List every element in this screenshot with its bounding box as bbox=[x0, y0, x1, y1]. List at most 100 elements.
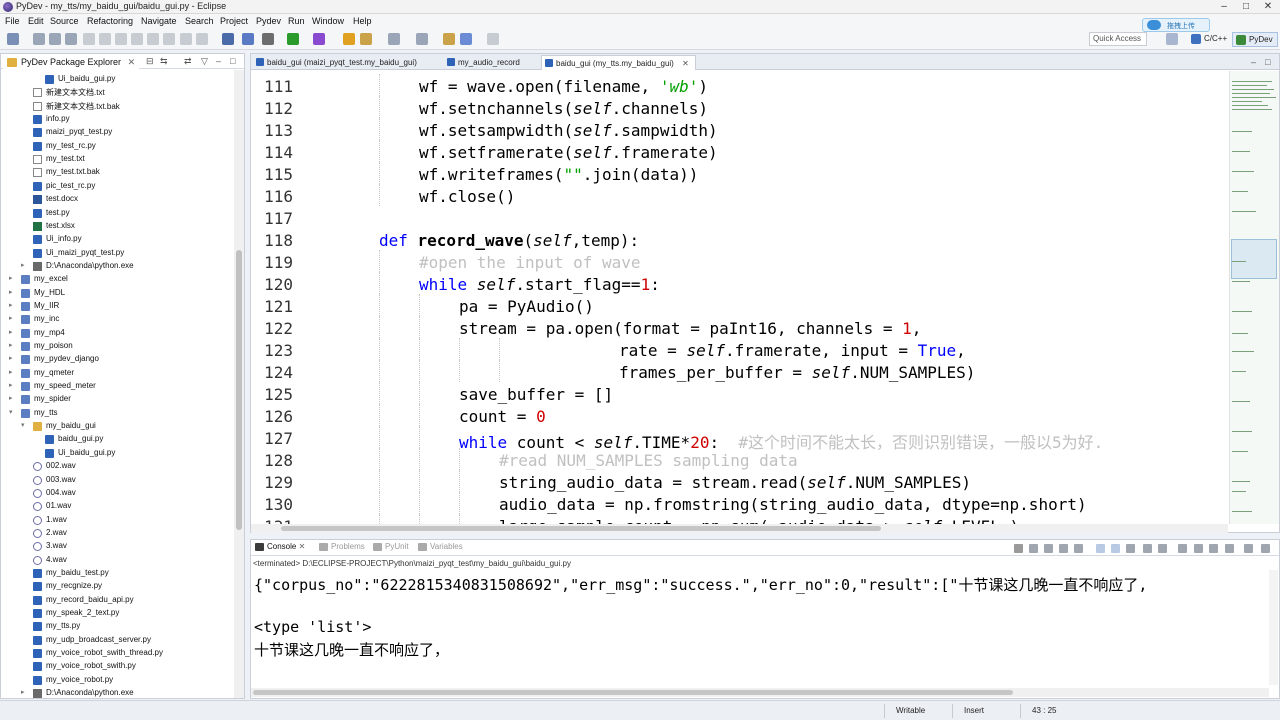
toggle-icon[interactable] bbox=[99, 33, 111, 45]
toggle-icon[interactable] bbox=[131, 33, 143, 45]
scroll-lock-icon[interactable] bbox=[1074, 544, 1083, 553]
minimize-icon[interactable]: – bbox=[1216, 1, 1232, 12]
show-on-output-icon[interactable] bbox=[1126, 544, 1135, 553]
print-icon[interactable] bbox=[65, 33, 77, 45]
next-annotation-icon[interactable] bbox=[388, 33, 400, 45]
console-menu-icon[interactable] bbox=[1194, 544, 1203, 553]
perspective-pydev-button[interactable]: PyDev bbox=[1232, 32, 1278, 47]
maximize-view-icon[interactable] bbox=[1244, 544, 1253, 553]
tree-scrollbar-thumb[interactable] bbox=[236, 250, 242, 530]
clear-console-icon[interactable] bbox=[1059, 544, 1068, 553]
toggle-icon[interactable] bbox=[180, 33, 192, 45]
back-icon[interactable] bbox=[460, 33, 472, 45]
maximize-view-icon[interactable]: □ bbox=[1265, 57, 1270, 67]
console-scroll-thumb[interactable] bbox=[253, 690, 1013, 695]
stop-icon[interactable] bbox=[1014, 544, 1023, 553]
collapsed-arrow-icon[interactable]: ▸ bbox=[9, 301, 18, 309]
forward-icon[interactable] bbox=[487, 33, 499, 45]
quick-access-input[interactable]: Quick Access bbox=[1089, 32, 1147, 46]
menu-search[interactable]: Search bbox=[185, 16, 214, 26]
menu-project[interactable]: Project bbox=[220, 16, 248, 26]
minimize-view-icon[interactable]: – bbox=[1251, 57, 1256, 67]
menu-file[interactable]: File bbox=[5, 16, 20, 26]
toggle-icon[interactable] bbox=[147, 33, 159, 45]
last-edit-icon[interactable] bbox=[443, 33, 455, 45]
menu-help[interactable]: Help bbox=[353, 16, 372, 26]
collapsed-arrow-icon[interactable]: ▸ bbox=[9, 341, 18, 349]
toggle-icon[interactable] bbox=[196, 33, 208, 45]
menu-window[interactable]: Window bbox=[312, 16, 344, 26]
tab-problems[interactable]: Problems bbox=[319, 542, 365, 551]
code-area[interactable]: 111 wf = wave.open(filename, 'wb') 112 wf.s… bbox=[251, 71, 1228, 524]
menu-source[interactable]: Source bbox=[50, 16, 79, 26]
collapsed-arrow-icon[interactable]: ▸ bbox=[9, 288, 18, 296]
view-menu-icon[interactable]: ▽ bbox=[201, 56, 208, 67]
code-overview-ruler[interactable] bbox=[1229, 71, 1279, 524]
view-menu-icon[interactable] bbox=[1209, 544, 1218, 553]
menu-refactoring[interactable]: Refactoring bbox=[87, 16, 133, 26]
pin-console-icon[interactable] bbox=[1111, 544, 1120, 553]
save-all-icon[interactable] bbox=[49, 33, 61, 45]
word-wrap-icon[interactable] bbox=[1096, 544, 1105, 553]
collapse-all-icon[interactable]: ⊟ bbox=[146, 56, 154, 67]
remove-launch-icon[interactable] bbox=[1029, 544, 1038, 553]
tab-baidu-gui-maizi[interactable]: baidu_gui (maizi_pyqt_test.my_baidu_gui) bbox=[253, 55, 423, 70]
toggle-icon[interactable] bbox=[115, 33, 127, 45]
tab-baidu-gui-my-tts[interactable]: baidu_gui (my_tts.my_baidu_gui) ✕ bbox=[541, 55, 696, 70]
close-icon[interactable]: ✕ bbox=[682, 59, 689, 68]
collapsed-arrow-icon[interactable]: ▸ bbox=[9, 274, 18, 282]
console-horizontal-scrollbar[interactable] bbox=[251, 688, 1269, 697]
build-icon[interactable] bbox=[242, 33, 254, 45]
save-icon[interactable] bbox=[33, 33, 45, 45]
menu-edit[interactable]: Edit bbox=[28, 16, 44, 26]
display-console-icon[interactable] bbox=[1158, 544, 1167, 553]
expanded-arrow-icon[interactable]: ▾ bbox=[9, 408, 18, 416]
toggle-icon[interactable] bbox=[163, 33, 175, 45]
run-icon[interactable] bbox=[287, 33, 299, 45]
close-icon[interactable]: ✕ bbox=[1260, 1, 1276, 12]
close-icon[interactable]: ✕ bbox=[128, 57, 136, 67]
prev-annotation-icon[interactable] bbox=[416, 33, 428, 45]
editor-horizontal-scrollbar[interactable] bbox=[251, 524, 1228, 533]
link-editor-icon[interactable]: ⇆ bbox=[160, 56, 168, 67]
tab-package-explorer[interactable]: PyDev Package Explorer ✕ bbox=[3, 55, 140, 69]
toggle-icon[interactable] bbox=[83, 33, 95, 45]
menu-pydev[interactable]: Pydev bbox=[256, 16, 281, 26]
collapsed-arrow-icon[interactable]: ▸ bbox=[9, 381, 18, 389]
editor-scroll-thumb[interactable] bbox=[281, 526, 881, 531]
collapsed-arrow-icon[interactable]: ▸ bbox=[9, 314, 18, 322]
close-icon[interactable]: ✕ bbox=[296, 542, 306, 551]
debug-icon[interactable] bbox=[313, 33, 325, 45]
minimize-view-icon[interactable]: – bbox=[216, 56, 221, 66]
menu-navigate[interactable]: Navigate bbox=[141, 16, 177, 26]
minimize-view-icon[interactable] bbox=[1225, 544, 1234, 553]
debug-config-icon[interactable] bbox=[222, 33, 234, 45]
collapsed-arrow-icon[interactable]: ▸ bbox=[9, 394, 18, 402]
open-console-icon[interactable] bbox=[1143, 544, 1152, 553]
tab-variables[interactable]: Variables bbox=[418, 542, 463, 551]
collapsed-arrow-icon[interactable]: ▸ bbox=[21, 688, 30, 696]
collapsed-arrow-icon[interactable]: ▸ bbox=[9, 368, 18, 376]
new-icon[interactable] bbox=[7, 33, 19, 45]
tab-console[interactable]: Console ✕ bbox=[255, 542, 305, 551]
tab-my-audio-record[interactable]: my_audio_record bbox=[444, 55, 526, 70]
maximize-view-icon[interactable]: □ bbox=[230, 56, 235, 66]
open-type-icon[interactable] bbox=[343, 33, 355, 45]
open-perspective-icon[interactable] bbox=[1166, 33, 1178, 45]
tree-scrollbar[interactable] bbox=[234, 70, 244, 698]
restore-icon[interactable] bbox=[1261, 544, 1270, 553]
maximize-icon[interactable]: □ bbox=[1238, 1, 1254, 12]
cloud-upload-button[interactable]: 拖拽上传 bbox=[1142, 18, 1210, 32]
collapsed-arrow-icon[interactable]: ▸ bbox=[9, 328, 18, 336]
tab-pyunit[interactable]: PyUnit bbox=[373, 542, 409, 551]
sync-icon[interactable]: ⇄ bbox=[184, 56, 192, 67]
remove-all-icon[interactable] bbox=[1044, 544, 1053, 553]
collapsed-arrow-icon[interactable]: ▸ bbox=[21, 261, 30, 269]
menu-run[interactable]: Run bbox=[288, 16, 305, 26]
overview-visible-region[interactable] bbox=[1231, 239, 1277, 279]
expanded-arrow-icon[interactable]: ▾ bbox=[21, 421, 30, 429]
console-vertical-scrollbar[interactable] bbox=[1269, 570, 1278, 685]
collapsed-arrow-icon[interactable]: ▸ bbox=[9, 354, 18, 362]
search-icon[interactable] bbox=[360, 33, 372, 45]
perspective-cpp-button[interactable]: C/C++ bbox=[1188, 32, 1231, 47]
